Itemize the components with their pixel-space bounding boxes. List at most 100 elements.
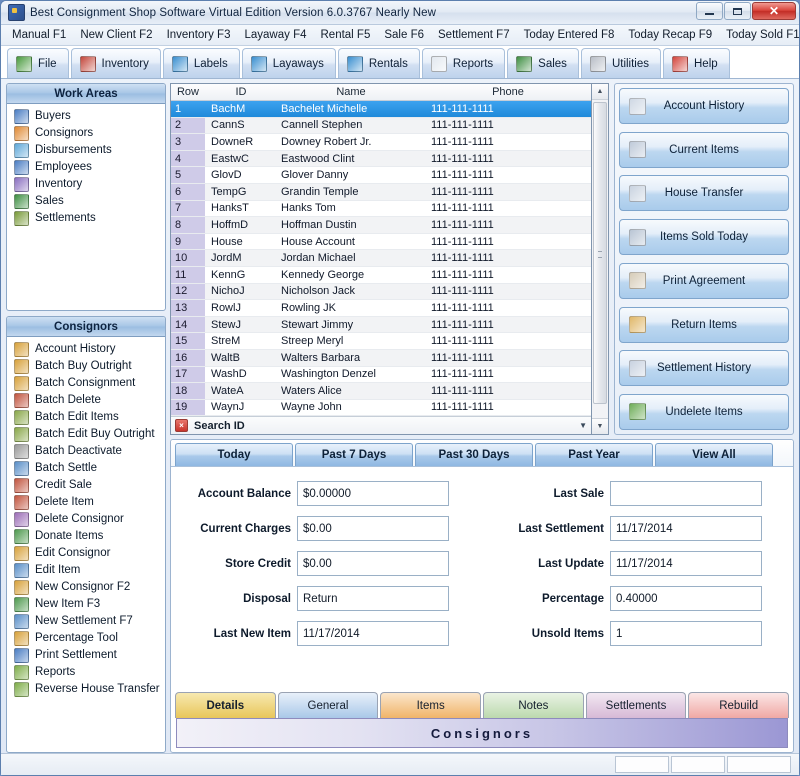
consignors-menu-item-new-consignor-f2[interactable]: New Consignor F2	[7, 579, 165, 596]
table-row[interactable]: 13RowlJRowling JK111-111-1111	[171, 300, 591, 317]
consignors-menu-item-batch-edit-buy-outright[interactable]: Batch Edit Buy Outright	[7, 426, 165, 443]
menu-item-7[interactable]: Today Entered F8	[517, 27, 622, 43]
consignors-menu-item-percentage-tool[interactable]: Percentage Tool	[7, 630, 165, 647]
consignors-menu-item-batch-edit-items[interactable]: Batch Edit Items	[7, 409, 165, 426]
consignors-menu-item-donate-items[interactable]: Donate Items	[7, 528, 165, 545]
bottom-tab-notes[interactable]: Notes	[483, 692, 584, 718]
toolbar-button-layaways[interactable]: Layaways	[242, 48, 336, 78]
bottom-tab-settlements[interactable]: Settlements	[586, 692, 687, 718]
work-area-item-sales[interactable]: Sales	[7, 193, 165, 210]
consignors-menu-item-print-settlement[interactable]: Print Settlement	[7, 647, 165, 664]
action-button-return-items[interactable]: Return Items	[619, 307, 789, 343]
consignors-menu-item-edit-consignor[interactable]: Edit Consignor	[7, 545, 165, 562]
table-row[interactable]: 1BachMBachelet Michelle111-111-1111	[171, 101, 591, 118]
work-area-item-settlements[interactable]: Settlements	[7, 210, 165, 227]
scroll-down-button[interactable]: ▼	[592, 418, 608, 434]
consignors-menu-item-delete-consignor[interactable]: Delete Consignor	[7, 511, 165, 528]
toolbar-button-utilities[interactable]: Utilities	[581, 48, 661, 78]
bottom-tab-items[interactable]: Items	[380, 692, 481, 718]
consignors-menu-item-batch-settle[interactable]: Batch Settle	[7, 460, 165, 477]
chevron-down-icon[interactable]: ▼	[579, 421, 587, 430]
consignors-menu-item-batch-deactivate[interactable]: Batch Deactivate	[7, 443, 165, 460]
work-area-item-inventory[interactable]: Inventory	[7, 176, 165, 193]
form-input-last-sale[interactable]	[610, 481, 762, 506]
bottom-tab-details[interactable]: Details	[175, 692, 276, 718]
menu-item-8[interactable]: Today Recap F9	[621, 27, 719, 43]
table-row[interactable]: 19WaynJWayne John111-111-1111	[171, 400, 591, 416]
filter-tab-past-7-days[interactable]: Past 7 Days	[295, 443, 413, 466]
menu-item-6[interactable]: Settlement F7	[431, 27, 517, 43]
form-input-store-credit[interactable]: $0.00	[297, 551, 449, 576]
column-header-phone[interactable]: Phone	[425, 84, 591, 100]
action-button-account-history[interactable]: Account History	[619, 88, 789, 124]
toolbar-button-reports[interactable]: Reports	[422, 48, 505, 78]
menu-item-9[interactable]: Today Sold F10	[719, 27, 800, 43]
form-input-account-balance[interactable]: $0.00000	[297, 481, 449, 506]
toolbar-button-help[interactable]: Help	[663, 48, 730, 78]
bottom-tab-rebuild[interactable]: Rebuild	[688, 692, 789, 718]
table-row[interactable]: 10JordMJordan Michael111-111-1111	[171, 250, 591, 267]
consignors-menu-item-delete-item[interactable]: Delete Item	[7, 494, 165, 511]
table-row[interactable]: 11KennGKennedy George111-111-1111	[171, 267, 591, 284]
consignors-menu-item-credit-sale[interactable]: Credit Sale	[7, 477, 165, 494]
form-input-unsold-items[interactable]: 1	[610, 621, 762, 646]
consignors-menu-item-batch-delete[interactable]: Batch Delete	[7, 392, 165, 409]
table-row[interactable]: 18WateAWaters Alice111-111-1111	[171, 383, 591, 400]
minimize-button[interactable]	[696, 2, 723, 20]
consignors-menu-item-new-settlement-f7[interactable]: New Settlement F7	[7, 613, 165, 630]
column-header-name[interactable]: Name	[277, 84, 425, 100]
consignors-menu-item-account-history[interactable]: Account History	[7, 341, 165, 358]
search-label[interactable]: Search ID	[194, 420, 245, 432]
table-row[interactable]: 15StreMStreep Meryl111-111-1111	[171, 333, 591, 350]
table-row[interactable]: 8HoffmDHoffman Dustin111-111-1111	[171, 217, 591, 234]
toolbar-button-labels[interactable]: Labels	[163, 48, 240, 78]
consignors-menu-item-reverse-house-transfer[interactable]: Reverse House Transfer	[7, 681, 165, 698]
table-row[interactable]: 3DowneRDowney Robert Jr.111-111-1111	[171, 134, 591, 151]
consignors-menu-item-new-item-f3[interactable]: New Item F3	[7, 596, 165, 613]
form-input-current-charges[interactable]: $0.00	[297, 516, 449, 541]
form-input-last-new-item[interactable]: 11/17/2014	[297, 621, 449, 646]
work-area-item-disbursements[interactable]: Disbursements	[7, 142, 165, 159]
close-button[interactable]: ✕	[752, 2, 796, 20]
bottom-tab-general[interactable]: General	[278, 692, 379, 718]
toolbar-button-rentals[interactable]: Rentals	[338, 48, 420, 78]
table-row[interactable]: 6TempGGrandin Temple111-111-1111	[171, 184, 591, 201]
consignors-menu-item-reports[interactable]: Reports	[7, 664, 165, 681]
table-row[interactable]: 7HanksTHanks Tom111-111-1111	[171, 201, 591, 218]
menu-item-2[interactable]: Inventory F3	[160, 27, 238, 43]
action-button-settlement-history[interactable]: Settlement History	[619, 350, 789, 386]
table-row[interactable]: 12NichoJNicholson Jack111-111-1111	[171, 284, 591, 301]
work-area-item-employees[interactable]: Employees	[7, 159, 165, 176]
table-row[interactable]: 2CannSCannell Stephen111-111-1111	[171, 118, 591, 135]
work-area-item-buyers[interactable]: Buyers	[7, 108, 165, 125]
form-input-disposal[interactable]: Return	[297, 586, 449, 611]
menu-item-5[interactable]: Sale F6	[377, 27, 431, 43]
action-button-items-sold-today[interactable]: Items Sold Today	[619, 219, 789, 255]
table-row[interactable]: 4EastwCEastwood Clint111-111-1111	[171, 151, 591, 168]
consignors-menu-item-batch-buy-outright[interactable]: Batch Buy Outright	[7, 358, 165, 375]
column-header-row[interactable]: Row	[171, 84, 205, 100]
action-button-undelete-items[interactable]: Undelete Items	[619, 394, 789, 430]
table-row[interactable]: 17WashDWashington Denzel111-111-1111	[171, 367, 591, 384]
close-icon[interactable]: ×	[175, 419, 188, 432]
table-row[interactable]: 9HouseHouse Account111-111-1111	[171, 234, 591, 251]
toolbar-button-inventory[interactable]: Inventory	[71, 48, 161, 78]
maximize-button[interactable]	[724, 2, 751, 20]
filter-tab-past-year[interactable]: Past Year	[535, 443, 653, 466]
toolbar-button-file[interactable]: File	[7, 48, 69, 78]
column-header-id[interactable]: ID	[205, 84, 277, 100]
menu-item-0[interactable]: Manual F1	[5, 27, 73, 43]
filter-tab-past-30-days[interactable]: Past 30 Days	[415, 443, 533, 466]
action-button-house-transfer[interactable]: House Transfer	[619, 175, 789, 211]
toolbar-button-sales[interactable]: Sales	[507, 48, 579, 78]
scrollbar-thumb[interactable]	[593, 102, 607, 404]
form-input-last-settlement[interactable]: 11/17/2014	[610, 516, 762, 541]
form-input-last-update[interactable]: 11/17/2014	[610, 551, 762, 576]
table-row[interactable]: 14StewJStewart Jimmy111-111-1111	[171, 317, 591, 334]
action-button-current-items[interactable]: Current Items	[619, 132, 789, 168]
filter-tab-view-all[interactable]: View All	[655, 443, 773, 466]
form-input-percentage[interactable]: 0.40000	[610, 586, 762, 611]
work-area-item-consignors[interactable]: Consignors	[7, 125, 165, 142]
scroll-up-button[interactable]: ▲	[592, 84, 608, 100]
consignors-menu-item-edit-item[interactable]: Edit Item	[7, 562, 165, 579]
